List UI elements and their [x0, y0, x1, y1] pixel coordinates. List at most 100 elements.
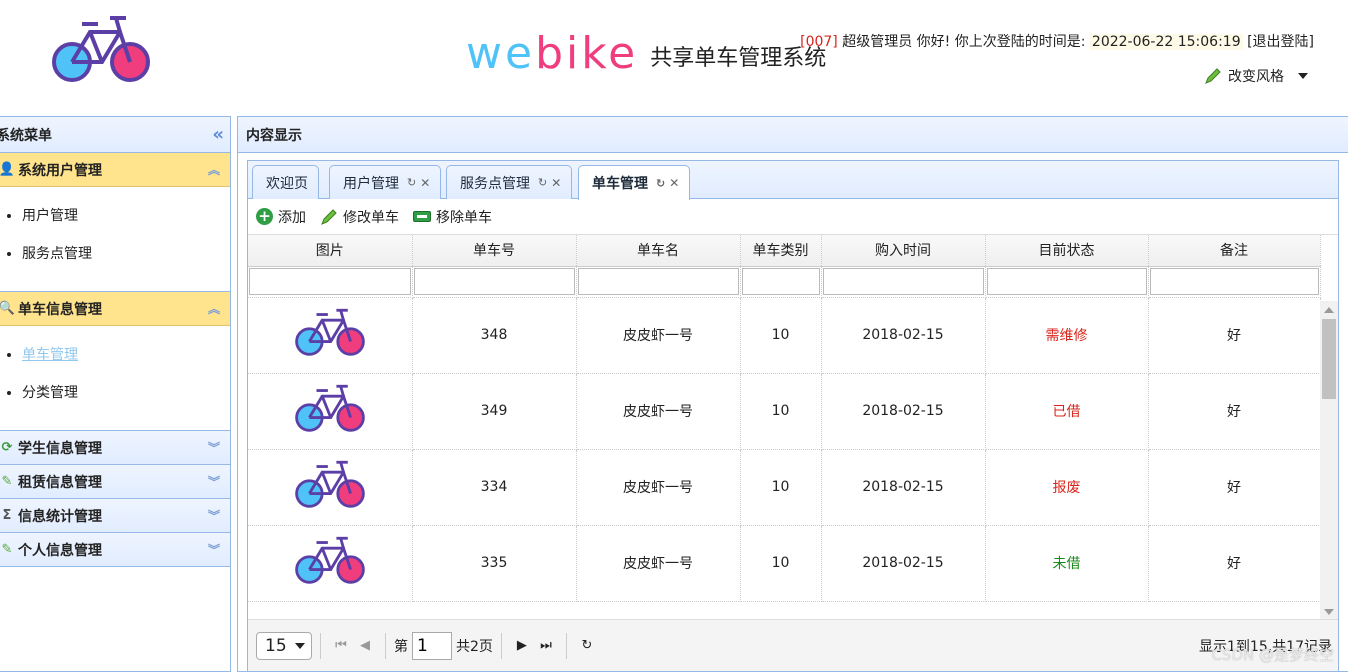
minus-icon [413, 211, 431, 222]
remove-label: 移除单车 [436, 209, 492, 226]
content-header: 内容显示 [238, 117, 1348, 153]
user-greeting: [007] 超级管理员 你好! 你上次登陆的时间是: 2022-06-22 15… [800, 31, 1314, 51]
cell-bike-no: 334 [412, 449, 577, 526]
table-row[interactable]: 334 皮皮虾一号 10 2018-02-15 报废好 [248, 449, 1321, 526]
cell-bike-no: 348 [412, 297, 577, 374]
sidebar-header: 系统菜单 « [0, 117, 230, 153]
pencil-icon: ✎ [1, 474, 13, 489]
grid-toolbar: + 添加 修改单车 移除单车 [248, 199, 1338, 235]
close-icon[interactable]: ✕ [420, 176, 430, 190]
col-header-note[interactable]: 备注 [1148, 235, 1321, 267]
change-style-button[interactable]: 改变风格 [1204, 66, 1308, 86]
sidebar: 系统菜单 « 👤系统用户管理 ︽ 用户管理 服务点管理 🔍单车信息管理 ︽ 单车… [0, 116, 231, 672]
bike-image-icon [248, 449, 413, 526]
accordion-system-user[interactable]: 👤 系统用户管理 ︽ [0, 153, 230, 187]
scroll-thumb[interactable] [1322, 319, 1336, 399]
cell-status: 已借 [985, 373, 1149, 450]
collapse-left-icon[interactable]: « [212, 124, 223, 145]
divider [500, 632, 502, 659]
brand-bike: bike [535, 28, 639, 79]
vertical-scrollbar[interactable] [1320, 301, 1338, 621]
filter-input[interactable] [413, 268, 575, 295]
pencil-icon [321, 208, 337, 225]
user-icon: 👤 [0, 162, 16, 177]
col-header-bike-name[interactable]: 单车名 [576, 235, 741, 267]
tab-label: 用户管理 [343, 175, 399, 192]
sidebar-item-user-manage[interactable]: 用户管理 [22, 199, 230, 237]
content-panel: 内容显示 欢迎页 用户管理 ↻ ✕ 服务点管理 ↻ ✕ 单车管理 ↻ ✕ + 添… [237, 116, 1348, 672]
sidebar-item-label[interactable]: 用户管理 [22, 208, 78, 224]
table-row[interactable]: 349 皮皮虾一号 10 2018-02-15 已借好 [248, 373, 1321, 450]
cell-bike-no: 335 [412, 525, 577, 602]
tab-user-manage[interactable]: 用户管理 ↻ ✕ [329, 165, 442, 199]
sigma-icon: Σ [2, 508, 12, 523]
cell-category: 10 [740, 449, 822, 526]
sidebar-item-bike-manage[interactable]: 单车管理 [22, 338, 230, 376]
accordion-personal-info[interactable]: ✎ 个人信息管理 ︾ [0, 533, 230, 567]
add-button[interactable]: + 添加 [256, 207, 306, 227]
tab-welcome[interactable]: 欢迎页 [252, 165, 319, 199]
cell-category: 10 [740, 373, 822, 450]
table-row[interactable]: 335 皮皮虾一号 10 2018-02-15 未借好 [248, 525, 1321, 602]
close-icon[interactable]: ✕ [669, 176, 679, 190]
scroll-down-icon[interactable] [1324, 609, 1334, 615]
chevron-down-icon: ︾ [207, 474, 220, 489]
last-page-icon[interactable]: ⏭ [534, 634, 558, 658]
tab-service-point[interactable]: 服务点管理 ↻ ✕ [446, 165, 573, 199]
sidebar-item-label[interactable]: 分类管理 [22, 385, 78, 401]
page-size-select[interactable]: 15 [256, 631, 312, 660]
filter-input[interactable] [249, 268, 411, 295]
col-header-bike-no[interactable]: 单车号 [412, 235, 577, 267]
accordion-statistics[interactable]: Σ 信息统计管理 ︾ [0, 499, 230, 533]
accordion-rental-info[interactable]: ✎ 租赁信息管理 ︾ [0, 465, 230, 499]
user-id: [007] [800, 34, 838, 50]
first-page-icon[interactable]: ⏮ [329, 634, 353, 658]
logout-link[interactable]: [退出登陆] [1247, 34, 1314, 50]
sidebar-item-service-point[interactable]: 服务点管理 [22, 237, 230, 275]
cell-category: 10 [740, 297, 822, 374]
scroll-up-icon[interactable] [1324, 307, 1334, 313]
brand-title: we bike 共享单车管理系统 [466, 28, 826, 80]
reload-icon[interactable]: ↻ [575, 634, 599, 658]
prev-page-icon[interactable]: ◀ [353, 634, 377, 658]
sidebar-item-label[interactable]: 单车管理 [22, 347, 78, 363]
filter-input[interactable] [986, 268, 1147, 295]
filter-input[interactable] [577, 268, 739, 295]
cell-purchase-date: 2018-02-15 [821, 449, 986, 526]
close-icon[interactable]: ✕ [551, 176, 561, 190]
col-header-purchase-date[interactable]: 购入时间 [821, 235, 986, 267]
chevron-down-icon: ︾ [207, 542, 220, 557]
col-header-category[interactable]: 单车类别 [740, 235, 822, 267]
col-header-status[interactable]: 目前状态 [985, 235, 1149, 267]
remove-bike-button[interactable]: 移除单车 [413, 207, 492, 227]
tabs-container: 欢迎页 用户管理 ↻ ✕ 服务点管理 ↻ ✕ 单车管理 ↻ ✕ + 添加 修改单… [247, 160, 1339, 671]
filter-input[interactable] [1149, 268, 1319, 295]
filter-input[interactable] [741, 268, 820, 295]
filter-input[interactable] [822, 268, 984, 295]
refresh-icon[interactable]: ↻ [538, 176, 547, 189]
chevron-up-icon: ︽ [207, 301, 220, 316]
sidebar-title: 系统菜单 [0, 127, 52, 144]
next-page-icon[interactable]: ▶ [510, 634, 534, 658]
chevron-down-icon: ︾ [207, 508, 220, 523]
sidebar-item-category[interactable]: 分类管理 [22, 376, 230, 414]
tab-label: 欢迎页 [266, 175, 308, 192]
table-row[interactable]: 348 皮皮虾一号 10 2018-02-15 需维修好 [248, 297, 1321, 374]
chevron-down-icon [295, 642, 305, 649]
accordion-bike-info[interactable]: 🔍 单车信息管理 ︽ [0, 292, 230, 326]
plus-icon: + [256, 208, 273, 225]
bike-image-icon [248, 525, 413, 602]
accordion-label: 信息统计管理 [18, 508, 102, 525]
refresh-icon[interactable]: ↻ [407, 176, 416, 189]
divider [385, 632, 386, 659]
page-number-input[interactable] [412, 631, 452, 660]
bike-image-icon [248, 373, 413, 450]
accordion-student-info[interactable]: ⟳ 学生信息管理 ︾ [0, 431, 230, 465]
accordion-label: 系统用户管理 [18, 162, 102, 179]
refresh-icon[interactable]: ↻ [656, 177, 665, 190]
tab-bike-manage[interactable]: 单车管理 ↻ ✕ [578, 165, 691, 200]
edit-bike-button[interactable]: 修改单车 [320, 207, 399, 227]
accordion-body: 用户管理 服务点管理 [0, 187, 230, 292]
sidebar-item-label[interactable]: 服务点管理 [22, 246, 92, 262]
col-header-image[interactable]: 图片 [248, 235, 413, 267]
